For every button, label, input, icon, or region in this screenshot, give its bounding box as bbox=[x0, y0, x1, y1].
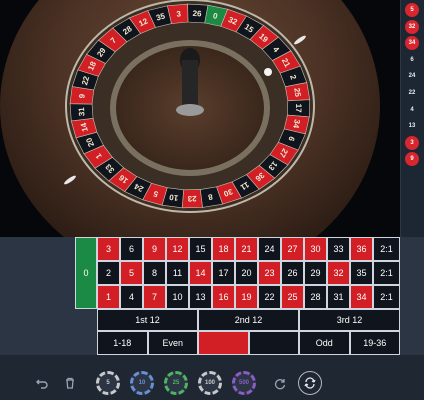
redo-icon bbox=[274, 379, 286, 390]
bet-number[interactable]: 16 bbox=[212, 285, 235, 309]
bet-number[interactable]: 30 bbox=[304, 237, 327, 261]
chip-5[interactable]: 5 bbox=[96, 371, 120, 395]
bet-number[interactable]: 34 bbox=[350, 285, 373, 309]
bet-number[interactable]: 11 bbox=[166, 261, 189, 285]
bet-number[interactable]: 3 bbox=[97, 237, 120, 261]
chip-500[interactable]: 500 bbox=[232, 371, 256, 395]
clear-bets-button[interactable] bbox=[58, 371, 82, 395]
history-result: 6 bbox=[410, 56, 414, 63]
bet-number[interactable]: 23 bbox=[258, 261, 281, 285]
bet-number[interactable]: 2 bbox=[97, 261, 120, 285]
bet-dozen[interactable]: 2nd 12 bbox=[198, 309, 299, 331]
bet-column[interactable]: 2:1 bbox=[373, 285, 400, 309]
wheel-pocket-number: 23 bbox=[187, 194, 197, 203]
undo-icon bbox=[36, 379, 48, 389]
roulette-ball bbox=[264, 68, 272, 76]
chip-10[interactable]: 10 bbox=[130, 371, 154, 395]
bet-number[interactable]: 10 bbox=[166, 285, 189, 309]
bet-number[interactable]: 5 bbox=[120, 261, 143, 285]
wheel-spindle-base bbox=[176, 104, 204, 116]
auto-spin-button[interactable] bbox=[298, 371, 322, 395]
bet-number[interactable]: 1 bbox=[97, 285, 120, 309]
bet-low[interactable]: 1-18 bbox=[97, 331, 148, 355]
bet-number[interactable]: 13 bbox=[189, 285, 212, 309]
bet-column[interactable]: 2:1 bbox=[373, 261, 400, 285]
bet-number[interactable]: 14 bbox=[189, 261, 212, 285]
history-result: 32 bbox=[405, 19, 419, 34]
bet-number[interactable]: 7 bbox=[143, 285, 166, 309]
history-result: 5 bbox=[405, 3, 419, 17]
history-result: 34 bbox=[405, 36, 419, 51]
controls-bar: 5 10 25 100 500 bbox=[0, 355, 424, 400]
history-result: 9 bbox=[405, 152, 419, 167]
bet-dozen[interactable]: 1st 12 bbox=[97, 309, 198, 331]
refresh-icon bbox=[304, 377, 316, 389]
bet-dozen[interactable]: 3rd 12 bbox=[299, 309, 400, 331]
history-result: 24 bbox=[408, 73, 416, 80]
bet-number[interactable]: 4 bbox=[120, 285, 143, 309]
bet-high[interactable]: 19-36 bbox=[349, 331, 400, 355]
bet-zero[interactable]: 0 bbox=[75, 237, 97, 309]
chip-25[interactable]: 25 bbox=[164, 371, 188, 395]
trash-icon bbox=[66, 377, 74, 389]
chip-100[interactable]: 100 bbox=[198, 371, 222, 395]
bet-black[interactable] bbox=[248, 331, 299, 355]
bet-number[interactable]: 35 bbox=[350, 261, 373, 285]
bet-number[interactable]: 33 bbox=[327, 237, 350, 261]
bet-number[interactable]: 18 bbox=[212, 237, 235, 261]
bet-number[interactable]: 26 bbox=[281, 261, 304, 285]
wheel-pocket-number: 26 bbox=[192, 9, 202, 19]
bet-number[interactable]: 21 bbox=[235, 237, 258, 261]
bet-number[interactable]: 20 bbox=[235, 261, 258, 285]
repeat-bet-button[interactable] bbox=[268, 371, 292, 395]
wheel-spindle bbox=[182, 60, 198, 110]
bet-number[interactable]: 6 bbox=[120, 237, 143, 261]
bet-number[interactable]: 32 bbox=[327, 261, 350, 285]
bet-number[interactable]: 28 bbox=[304, 285, 327, 309]
betting-table: 0 3 6 9 12 15 18 21 24 27 30 33 36 2 5 8 11 14 17 20 23 26 29 3… bbox=[75, 237, 400, 355]
bet-red[interactable] bbox=[198, 331, 249, 355]
history-result: 22 bbox=[408, 90, 416, 96]
bet-number[interactable]: 25 bbox=[281, 285, 304, 309]
history-result: 13 bbox=[408, 123, 416, 130]
roulette-wheel: 0 321519421225173462713361130823105241633… bbox=[0, 0, 380, 237]
bet-number[interactable]: 31 bbox=[327, 285, 350, 309]
results-history: 5 32 34 6 24 22 4 13 3 9 bbox=[400, 0, 424, 237]
roulette-wheel-view: 0 32 15 19 4 21 2 25 17 34 6 27 13 36 11 30 8 23 10 5 24 16 33… bbox=[0, 0, 400, 237]
bet-number[interactable]: 36 bbox=[350, 237, 373, 261]
bet-even[interactable]: Even bbox=[147, 331, 198, 355]
bet-number[interactable]: 8 bbox=[143, 261, 166, 285]
bet-number[interactable]: 22 bbox=[258, 285, 281, 309]
betting-board: 0 3 6 9 12 15 18 21 24 27 30 33 36 2 5 8 11 14 17 20 23 26 29 3… bbox=[0, 237, 424, 355]
bet-number[interactable]: 27 bbox=[281, 237, 304, 261]
bet-odd[interactable]: Odd bbox=[299, 331, 350, 355]
undo-button[interactable] bbox=[30, 371, 54, 395]
history-result: 4 bbox=[410, 106, 414, 113]
bet-number[interactable]: 17 bbox=[212, 261, 235, 285]
bet-number[interactable]: 24 bbox=[258, 237, 281, 261]
wheel-pocket-number: 17 bbox=[294, 104, 303, 114]
wheel-pocket-number: 31 bbox=[77, 106, 87, 116]
bet-number[interactable]: 9 bbox=[143, 237, 166, 261]
bet-number[interactable]: 15 bbox=[189, 237, 212, 261]
bet-number[interactable]: 12 bbox=[166, 237, 189, 261]
history-result: 3 bbox=[405, 135, 419, 150]
bet-number[interactable]: 19 bbox=[235, 285, 258, 309]
bet-column[interactable]: 2:1 bbox=[373, 237, 400, 261]
bet-number[interactable]: 29 bbox=[304, 261, 327, 285]
